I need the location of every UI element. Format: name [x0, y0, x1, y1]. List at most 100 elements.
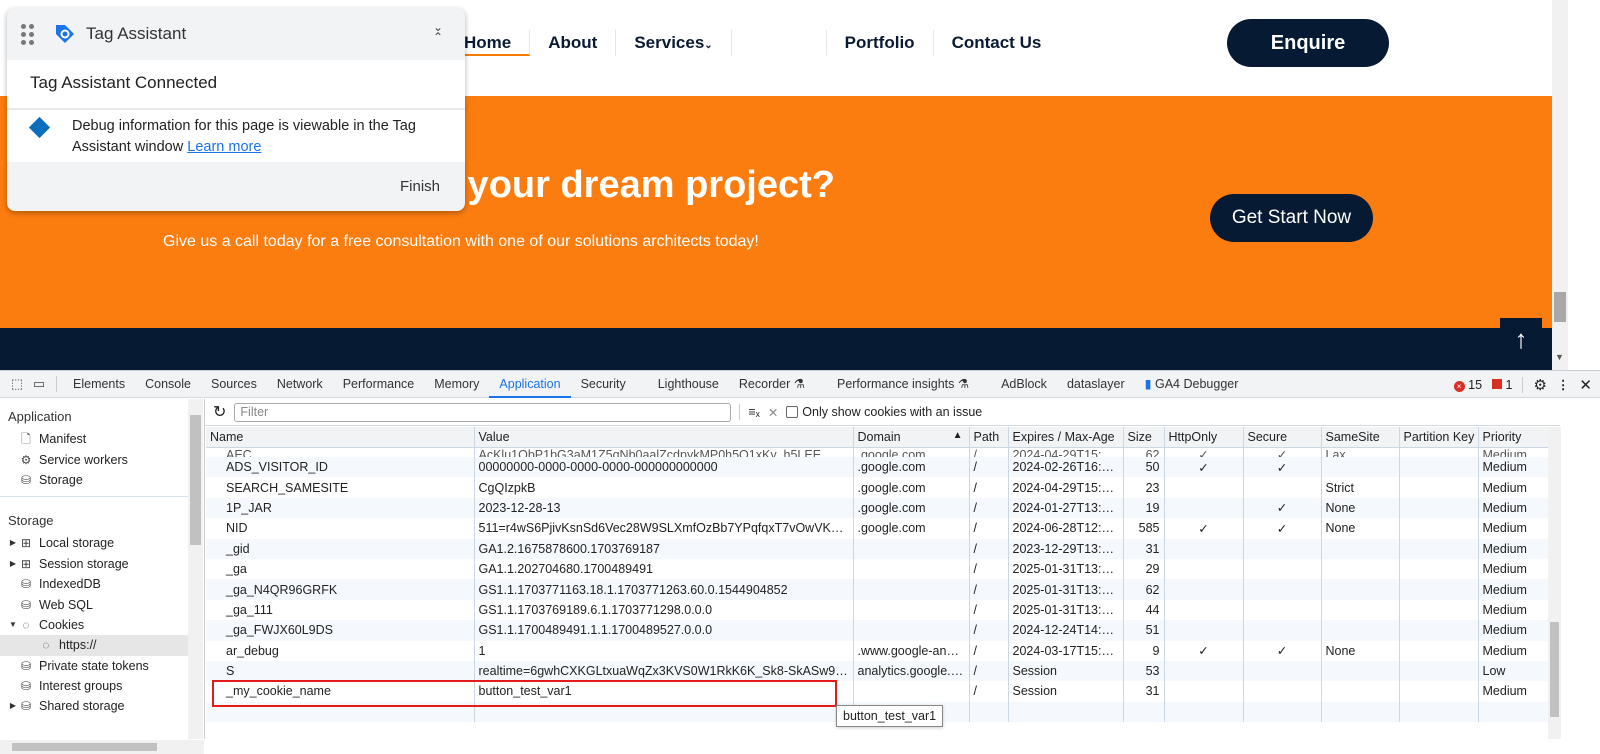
- sidebar-item-shared-storage[interactable]: ▶ ⛁ Shared storage: [0, 696, 188, 716]
- column-header-size[interactable]: Size: [1123, 427, 1165, 448]
- nav-home[interactable]: Home: [462, 30, 531, 56]
- cell-path: /: [969, 660, 1009, 682]
- cell-name: _ga_111: [206, 599, 475, 621]
- tab-sources[interactable]: Sources: [201, 371, 267, 398]
- table-row[interactable]: _ga_FWJX60L9DS GS1.1.1700489491.1.1.17004…: [206, 620, 1549, 641]
- tab-adblock[interactable]: AdBlock: [991, 371, 1057, 398]
- column-header-path[interactable]: Path: [969, 427, 1009, 448]
- refresh-icon[interactable]: ↻: [213, 402, 226, 422]
- learn-more-link[interactable]: Learn more: [187, 139, 261, 155]
- tab-security[interactable]: Security: [571, 371, 636, 398]
- tab-ga4-debugger[interactable]: ▮ GA4 Debugger: [1135, 371, 1249, 398]
- nav-portfolio[interactable]: Portfolio: [827, 30, 934, 56]
- delete-selected-icon[interactable]: ✕: [768, 405, 778, 420]
- drag-handle-icon[interactable]: [21, 23, 34, 45]
- sidebar-item-local-storage[interactable]: ▶ ⊞ Local storage: [0, 533, 188, 553]
- gear-icon[interactable]: ⚙: [1533, 376, 1546, 394]
- sidebar-item-private-state-tokens[interactable]: ⛁ Private state tokens: [0, 656, 188, 676]
- expand-icon[interactable]: ▶: [8, 554, 18, 574]
- file-icon: 🗋: [21, 432, 31, 447]
- tab-elements[interactable]: Elements: [63, 371, 135, 398]
- sidebar-horizontal-scrollbar[interactable]: [0, 740, 204, 754]
- enquire-button[interactable]: Enquire: [1227, 19, 1389, 67]
- finish-button[interactable]: Finish: [400, 178, 440, 195]
- page-scrollbar[interactable]: ▼: [1552, 0, 1568, 370]
- table-row[interactable]: _ga_N4QR96GRFK GS1.1.1703771163.18.1.1703…: [206, 579, 1549, 600]
- issue-count[interactable]: 1: [1492, 378, 1512, 392]
- cell-partition-key: [1399, 660, 1479, 682]
- sidebar-item-service-workers[interactable]: ⚙ Service workers: [0, 449, 188, 469]
- table-row[interactable]: _ga_111 GS1.1.1703769189.6.1.1703771298.0…: [206, 599, 1549, 621]
- cell-priority: Medium: [1478, 640, 1549, 661]
- tab-dataslayer[interactable]: dataslayer: [1057, 371, 1135, 398]
- cell-secure: [1243, 477, 1322, 498]
- inspect-icon[interactable]: ⬚: [6, 376, 28, 392]
- cell-size: 31: [1123, 681, 1165, 702]
- column-header-httponly[interactable]: HttpOnly: [1164, 427, 1244, 448]
- filter-input[interactable]: Filter: [234, 402, 732, 422]
- column-label: Partition Key: [1403, 429, 1475, 444]
- cell-path: /: [969, 640, 1009, 661]
- tab-lighthouse[interactable]: Lighthouse: [648, 371, 729, 398]
- sidebar-scrollbar[interactable]: [188, 399, 203, 739]
- table-row[interactable]: 1P_JAR 2023-12-28-13 .google.com/2024-01-2…: [206, 497, 1549, 519]
- cookies-toolbar: ↻ Filter ≡ₓ ✕ Only show cookies with an …: [205, 399, 1560, 426]
- column-header-priority[interactable]: Priority: [1478, 427, 1549, 448]
- cell-size: 23: [1123, 477, 1165, 498]
- device-toolbar-icon[interactable]: ▭: [28, 376, 50, 392]
- column-header-value[interactable]: Value: [474, 427, 854, 448]
- table-row[interactable]: SEARCH_SAMESITE CgQIzpkB .google.com/2024-…: [206, 477, 1549, 498]
- scroll-down-icon[interactable]: ▼: [1555, 352, 1564, 362]
- tab-performance-insights[interactable]: Performance insights ⚗: [827, 371, 979, 398]
- table-row[interactable]: _ga GA1.1.202704680.1700489491 /2025-01-31…: [206, 558, 1549, 580]
- cell-expires-max-age: 2024-12-24T14:1...: [1008, 620, 1124, 641]
- tab-network[interactable]: Network: [267, 371, 333, 398]
- expand-icon[interactable]: ▶: [8, 533, 18, 553]
- column-header-secure[interactable]: Secure: [1243, 427, 1322, 448]
- sidebar-item-indexeddb[interactable]: ⛁ IndexedDB: [0, 574, 188, 594]
- column-header-expires-max-age[interactable]: Expires / Max-Age: [1008, 427, 1124, 448]
- table-row[interactable]: _gid GA1.2.1675878600.1703769187 /2023-12-…: [206, 538, 1549, 559]
- sidebar-item-storage[interactable]: ⛁ Storage: [0, 470, 188, 490]
- column-header-samesite[interactable]: SameSite: [1321, 427, 1400, 448]
- nav-contact[interactable]: Contact Us: [934, 30, 1060, 56]
- column-header-name[interactable]: Name: [206, 427, 475, 448]
- tab-application[interactable]: Application: [489, 371, 571, 398]
- sidebar-item-cookies[interactable]: ▼ ◌ Cookies: [0, 615, 188, 635]
- debug-info: Debug information for this page is viewa…: [7, 110, 465, 162]
- cell-priority: Medium: [1478, 579, 1549, 600]
- sidebar-item-manifest[interactable]: 🗋 Manifest: [0, 429, 188, 449]
- table-row[interactable]: ADS_VISITOR_ID 00000000-0000-0000-0000-00…: [206, 457, 1549, 478]
- table-row[interactable]: AEC AcKlu1QbP1bG3aM1Z5qNb0aalZcdpykMP0h5O…: [206, 447, 1549, 457]
- cell-value: 2023-12-28-13: [474, 497, 854, 519]
- column-header-partition-key[interactable]: Partition Key: [1399, 427, 1479, 448]
- expand-icon[interactable]: ▶: [8, 696, 18, 716]
- arrow-up-icon[interactable]: ↑: [1500, 318, 1542, 360]
- table-row[interactable]: ar_debug 1 .www.google-anal.../2024-03-17T…: [206, 640, 1549, 661]
- clear-filtered-icon[interactable]: ≡ₓ: [748, 405, 759, 419]
- tab-memory[interactable]: Memory: [424, 371, 489, 398]
- tab-recorder[interactable]: Recorder ⚗: [729, 371, 815, 398]
- nav-about[interactable]: About: [530, 30, 617, 56]
- collapse-icon[interactable]: ⌄ ⌃: [433, 21, 443, 43]
- column-header-domain[interactable]: Domain ▲: [853, 427, 970, 448]
- sidebar-item-cookie-origin[interactable]: ◌ https://: [0, 635, 188, 656]
- table-row[interactable]: NID 511=r4wS6PjivKsnSd6Vec28W9SLXmfOzBb7Y…: [206, 518, 1549, 539]
- cell-value: AcKlu1QbP1bG3aM1Z5qNb0aalZcdpykMP0h5O1xK…: [474, 447, 854, 457]
- error-count[interactable]: × 15: [1453, 378, 1482, 392]
- close-icon[interactable]: ✕: [1579, 376, 1592, 394]
- get-start-button[interactable]: Get Start Now: [1210, 194, 1373, 242]
- tab-console[interactable]: Console: [135, 371, 201, 398]
- only-issues-checkbox[interactable]: [786, 406, 799, 418]
- tab-performance[interactable]: Performance: [333, 371, 425, 398]
- sidebar-item-interest-groups[interactable]: ⛁ Interest groups: [0, 676, 188, 696]
- table-scrollbar[interactable]: [1548, 427, 1561, 739]
- table-row[interactable]: Srealtime=6gwhCXKGLtxuaWqZx3KVS0W1RkK6K_…: [206, 660, 1549, 682]
- sidebar-item-web-sql[interactable]: ⛁ Web SQL: [0, 594, 188, 614]
- cell-domain: .www.google-anal...: [853, 640, 970, 661]
- nav-services[interactable]: Services⌄: [616, 30, 732, 56]
- collapse-icon[interactable]: ▼: [8, 615, 18, 635]
- sidebar-item-session-storage[interactable]: ▶ ⊞ Session storage: [0, 554, 188, 574]
- more-icon[interactable]: ⋮: [1557, 377, 1570, 392]
- cell-httponly: [1164, 620, 1244, 641]
